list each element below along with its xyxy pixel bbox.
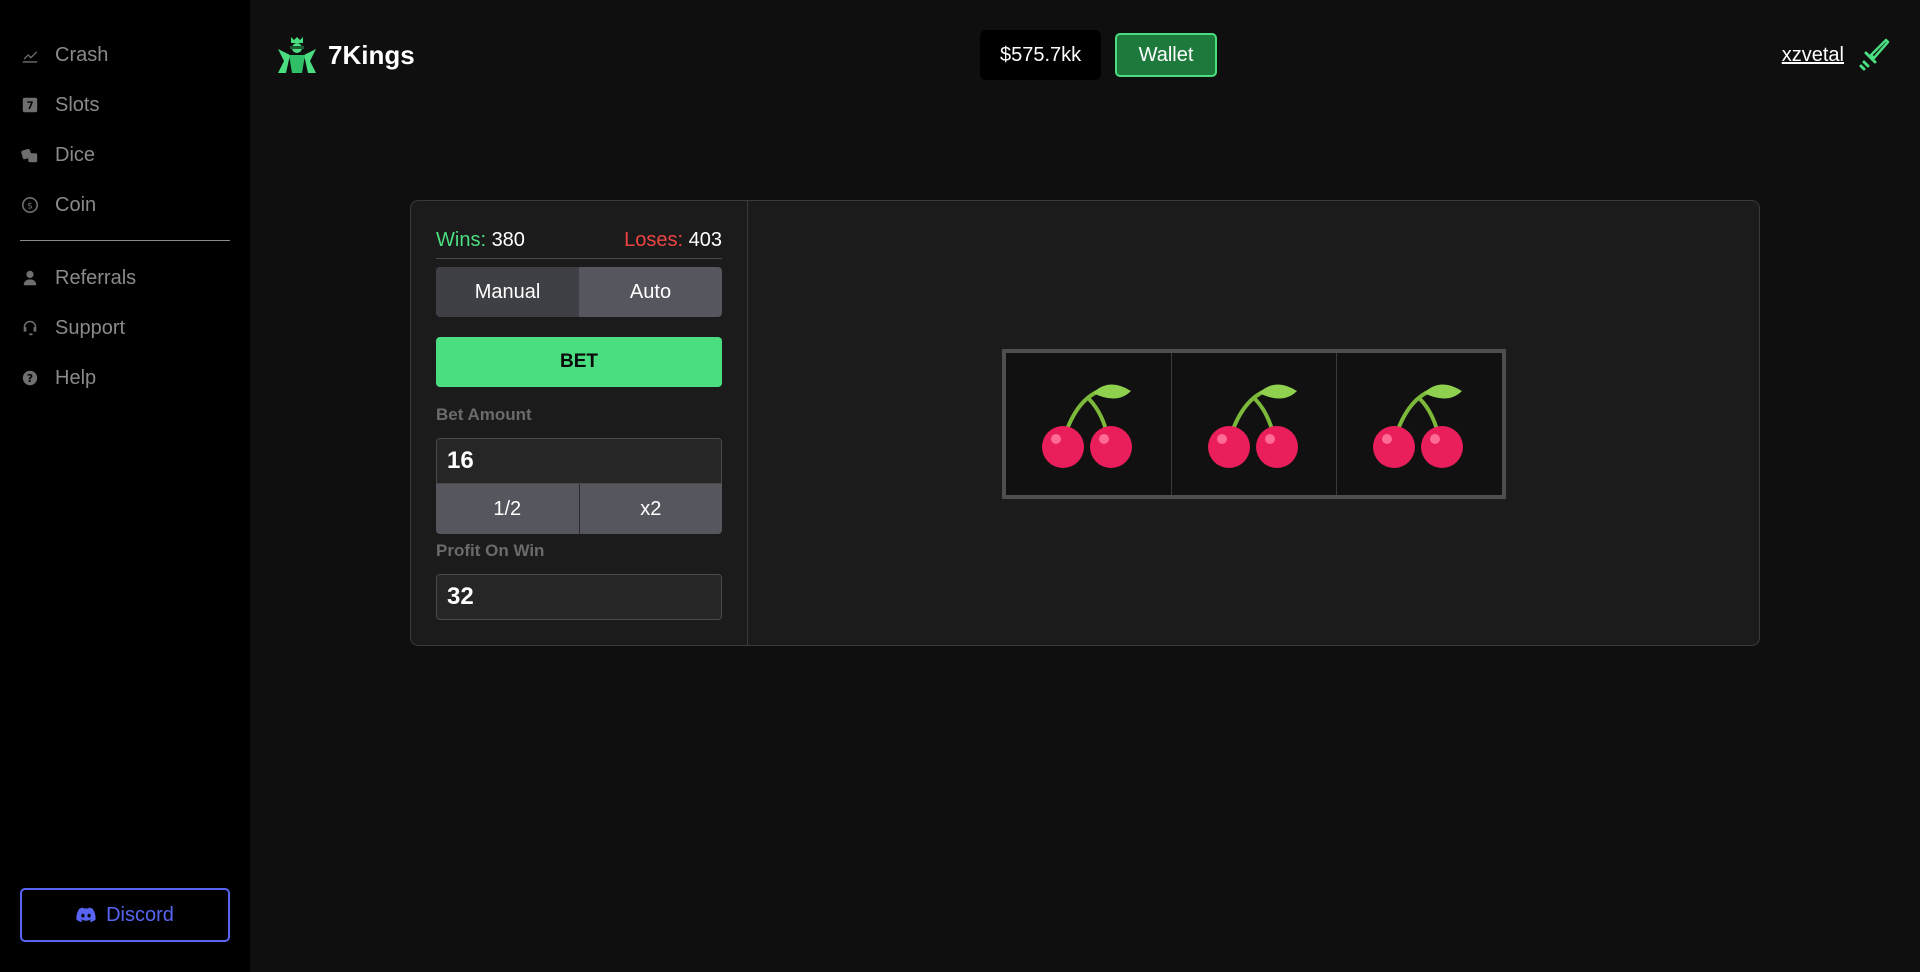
coin-icon: $ — [20, 195, 40, 215]
sidebar-item-label: Help — [55, 366, 97, 389]
seven-icon — [20, 95, 40, 115]
bet-button[interactable]: BET — [436, 337, 722, 387]
username-link[interactable]: xzvetal — [1782, 44, 1844, 67]
tab-auto[interactable]: Auto — [579, 267, 722, 317]
wallet-button[interactable]: Wallet — [1115, 33, 1217, 77]
dice-icon — [20, 145, 40, 165]
cherries-icon — [1207, 384, 1298, 468]
sidebar-divider — [20, 240, 230, 241]
half-bet-button[interactable]: 1/2 — [436, 484, 580, 534]
discord-icon — [76, 907, 96, 923]
king-logo-icon — [278, 37, 316, 73]
sidebar-item-label: Slots — [55, 93, 100, 116]
mode-toggle: Manual Auto — [436, 267, 722, 317]
sidebar-item-label: Dice — [55, 143, 96, 166]
sidebar-item-label: Support — [55, 316, 126, 339]
cherries-icon — [1041, 384, 1132, 468]
sidebar-nav: Crash Slots Dice $ Coin Referrals Suppor… — [20, 30, 230, 403]
loses-stat: Loses: 403 — [624, 229, 722, 258]
sidebar-item-dice[interactable]: Dice — [20, 130, 230, 180]
sidebar-item-label: Referrals — [55, 266, 137, 289]
sidebar-item-label: Coin — [55, 193, 97, 216]
sidebar-item-slots[interactable]: Slots — [20, 80, 230, 130]
sidebar-item-support[interactable]: Support — [20, 303, 230, 353]
brand-name: 7Kings — [328, 39, 415, 70]
headset-icon — [20, 318, 40, 338]
sidebar-item-coin[interactable]: $ Coin — [20, 180, 230, 230]
user-icon — [20, 268, 40, 288]
profit-on-win-label: Profit On Win — [436, 541, 545, 560]
wins-stat: Wins: 380 — [436, 229, 525, 258]
sidebar-item-crash[interactable]: Crash — [20, 30, 230, 80]
sidebar-item-label: Crash — [55, 43, 109, 66]
brand-logo[interactable]: 7Kings — [276, 35, 415, 75]
sidebar-item-help[interactable]: ? Help — [20, 353, 230, 403]
bet-controls: Wins: 380 Loses: 403 Manual Auto BET Bet… — [411, 201, 748, 645]
slots-game-panel: Wins: 380 Loses: 403 Manual Auto BET Bet… — [410, 200, 1760, 646]
reel-2 — [1172, 353, 1338, 495]
wins-label: Wins: — [436, 229, 486, 251]
double-bet-button[interactable]: x2 — [579, 484, 722, 534]
tab-manual[interactable]: Manual — [436, 267, 579, 317]
svg-text:?: ? — [27, 372, 33, 385]
bet-multiplier-buttons: 1/2 x2 — [436, 484, 722, 534]
balance-display: $575.7kk — [980, 30, 1102, 80]
discord-label: Discord — [106, 903, 174, 926]
sidebar-item-referrals[interactable]: Referrals — [20, 253, 230, 303]
sword-icon[interactable] — [1858, 38, 1890, 72]
chart-line-icon — [20, 45, 40, 65]
sidebar: Crash Slots Dice $ Coin Referrals Suppor… — [0, 0, 250, 972]
question-icon: ? — [20, 368, 40, 388]
svg-text:$: $ — [27, 202, 33, 212]
loses-label: Loses: — [624, 229, 684, 251]
bet-amount-label: Bet Amount — [436, 405, 532, 424]
profit-on-win-input[interactable]: 32 — [436, 574, 722, 620]
cherries-icon — [1373, 384, 1464, 468]
wins-count: 380 — [491, 229, 525, 251]
header: 7Kings $575.7kk Wallet xzvetal — [250, 0, 1920, 110]
discord-button[interactable]: Discord — [20, 888, 230, 942]
user-menu: xzvetal — [1782, 38, 1890, 72]
bet-amount-input[interactable]: 16 — [436, 438, 722, 484]
loses-count: 403 — [688, 229, 722, 251]
reel-3 — [1337, 353, 1502, 495]
reel-1 — [1006, 353, 1172, 495]
win-loss-stats: Wins: 380 Loses: 403 — [436, 229, 722, 259]
slot-reels — [1002, 349, 1506, 499]
